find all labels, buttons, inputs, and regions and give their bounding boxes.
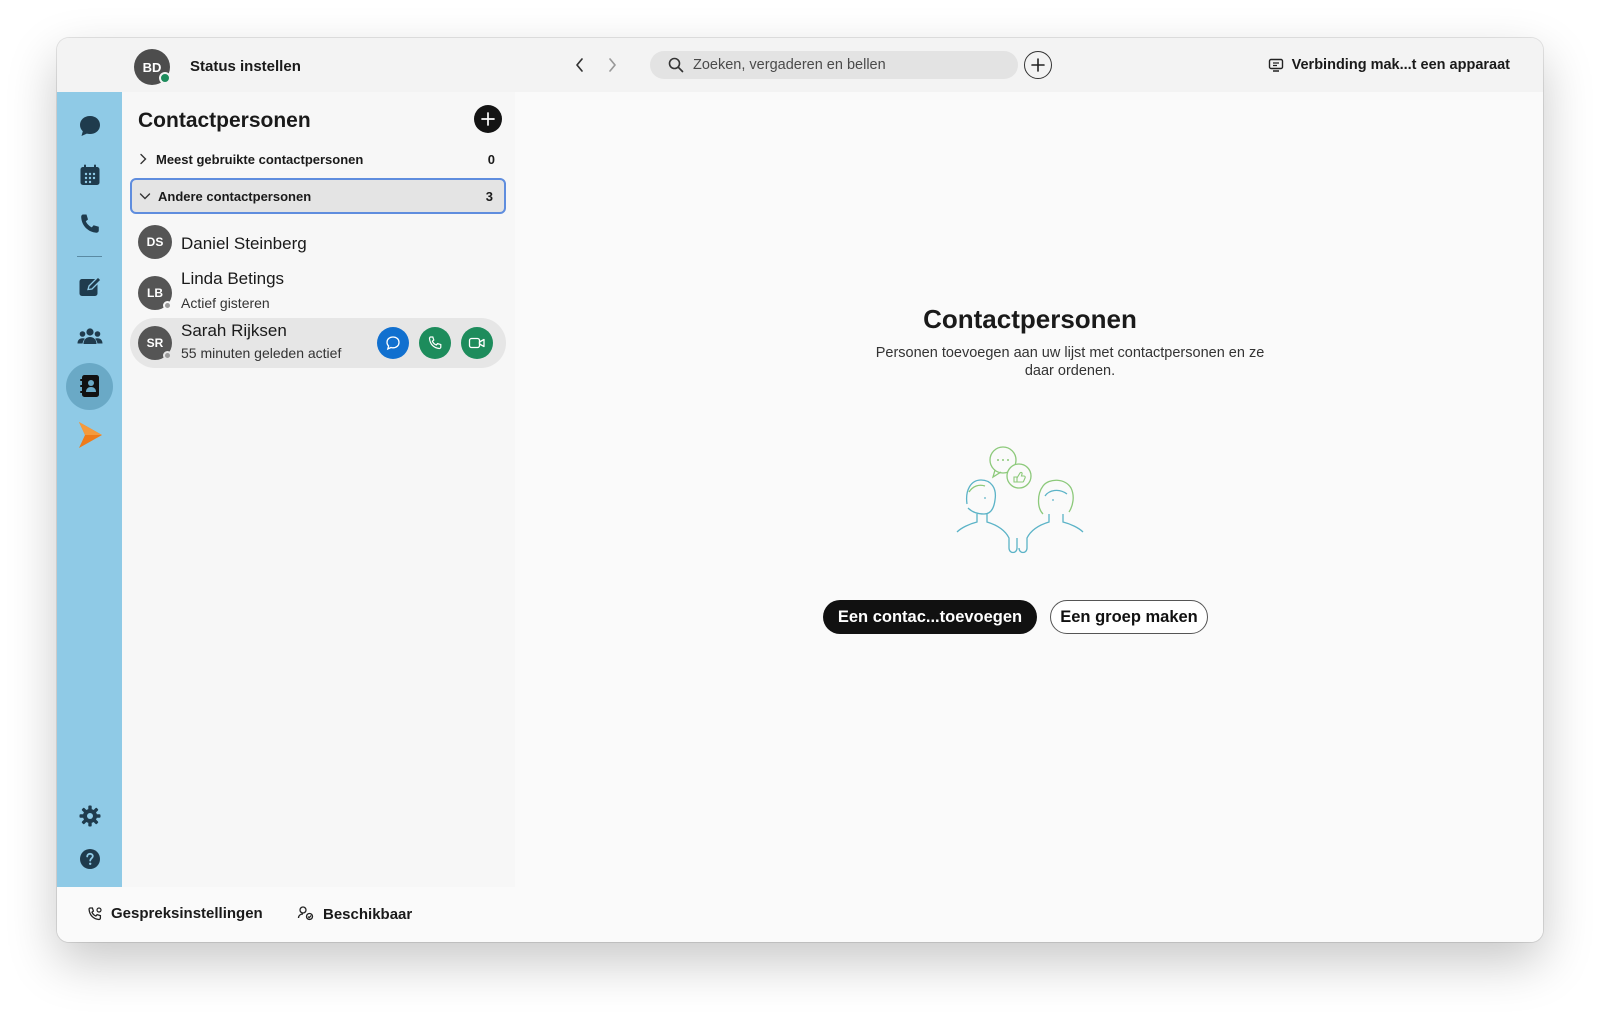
rail-item-messaging[interactable] <box>57 104 122 148</box>
group-most-used[interactable]: Meest gebruikte contactpersonen 0 <box>130 141 506 177</box>
rail-divider <box>77 256 102 257</box>
group-label: Andere contactpersonen <box>158 188 312 204</box>
call-button[interactable] <box>419 327 451 359</box>
create-group-button[interactable]: Een groep maken <box>1050 600 1208 634</box>
search-input[interactable]: Zoeken, vergaderen en bellen <box>650 51 1018 79</box>
contact-name: Sarah Rijksen <box>181 321 287 340</box>
app-icon <box>78 422 102 448</box>
chevron-right-icon <box>130 153 156 165</box>
presence-indicator <box>163 351 172 360</box>
group-count: 0 <box>487 151 495 167</box>
rail-item-whiteboard[interactable] <box>57 265 122 309</box>
phone-icon <box>80 214 99 233</box>
availability-label: Beschikbaar <box>323 905 413 923</box>
help-icon <box>79 849 100 869</box>
navigation-rail <box>57 92 122 887</box>
availability-button[interactable]: Beschikbaar <box>297 905 412 923</box>
contact-name: Daniel Steinberg <box>181 234 307 253</box>
video-button[interactable] <box>461 327 493 359</box>
phone-settings-icon <box>88 906 102 920</box>
video-icon <box>468 337 485 349</box>
contact-row[interactable]: SR Sarah Rijksen 55 minuten geleden acti… <box>130 318 506 368</box>
footer-bar: Gespreksinstellingen Beschikbaar <box>57 887 1543 942</box>
status-label[interactable]: Status instellen <box>190 58 301 75</box>
chat-icon <box>79 116 100 136</box>
page-title: Contactpersonen <box>923 304 1137 334</box>
chevron-left-icon <box>576 58 583 72</box>
group-other-contacts[interactable]: Andere contactpersonen 3 <box>130 178 506 214</box>
chat-button[interactable] <box>377 327 409 359</box>
contacts-icon <box>79 375 99 397</box>
chevron-right-icon <box>609 58 616 72</box>
calendar-icon <box>80 164 99 185</box>
call-settings-label: Gespreksinstellingen <box>111 905 263 922</box>
rail-item-calendar[interactable] <box>57 153 122 197</box>
app-window: BD Status instellen Zoeken, vergaderen e… <box>57 38 1543 942</box>
group-count: 3 <box>485 188 493 204</box>
search-icon <box>668 57 684 73</box>
settings-icon <box>79 805 100 827</box>
add-contact-primary-button[interactable]: Een contac...toevoegen <box>823 600 1037 634</box>
group-label: Meest gebruikte contactpersonen <box>156 151 364 167</box>
contact-status: 55 minuten geleden actief <box>181 345 342 361</box>
presence-indicator <box>163 301 172 310</box>
call-settings-button[interactable]: Gespreksinstellingen <box>87 905 263 922</box>
contacts-panel: Contactpersonen Meest gebruikte contactp… <box>122 92 515 887</box>
back-button[interactable] <box>569 54 591 76</box>
main-content: Contactpersonen Personen toevoegen aan u… <box>517 92 1543 887</box>
contact-row[interactable]: LB Linda Betings Actief gisteren <box>130 268 506 318</box>
page-description: Personen toevoegen aan uw lijst met cont… <box>875 345 1265 379</box>
rail-item-calling[interactable] <box>57 202 122 246</box>
panel-title: Contactpersonen <box>138 109 311 132</box>
rail-item-contacts[interactable] <box>57 364 122 408</box>
presence-indicator <box>159 72 171 84</box>
contact-row[interactable]: DS Daniel Steinberg <box>130 217 506 267</box>
rail-item-settings[interactable] <box>57 794 122 838</box>
avatar: DS <box>138 225 172 259</box>
connect-device-label: Verbinding mak...t een apparaat <box>1291 57 1510 73</box>
contact-status: Actief gisteren <box>181 295 270 311</box>
title-bar: BD Status instellen Zoeken, vergaderen e… <box>57 38 1543 92</box>
compose-icon <box>79 276 102 296</box>
contact-name: Linda Betings <box>181 269 285 288</box>
device-icon <box>1268 58 1283 72</box>
chevron-down-icon <box>132 192 158 200</box>
plus-icon <box>1031 58 1045 72</box>
contacts-illustration <box>956 446 1084 554</box>
availability-icon <box>297 906 314 921</box>
add-contact-button[interactable] <box>474 105 502 133</box>
rail-item-help[interactable] <box>57 837 122 881</box>
rail-item-app[interactable] <box>57 413 122 457</box>
plus-icon <box>481 112 495 126</box>
team-icon <box>77 328 102 344</box>
connect-device-button[interactable]: Verbinding mak...t een apparaat <box>1268 57 1510 73</box>
phone-icon <box>428 336 442 350</box>
chat-icon <box>386 336 400 351</box>
search-placeholder: Zoeken, vergaderen en bellen <box>693 57 886 73</box>
rail-item-teams[interactable] <box>57 314 122 358</box>
new-action-button[interactable] <box>1024 51 1052 79</box>
forward-button[interactable] <box>601 54 623 76</box>
